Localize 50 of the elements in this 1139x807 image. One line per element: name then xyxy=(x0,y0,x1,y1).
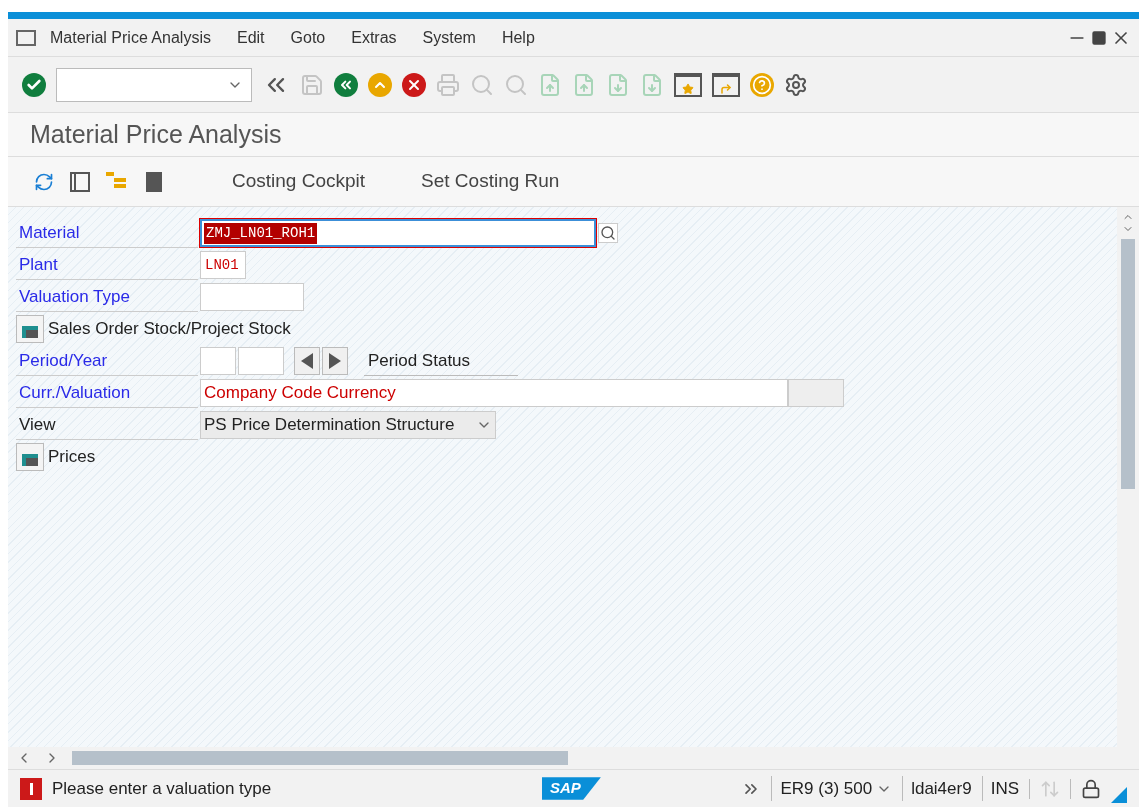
toolbar-button[interactable]: Set Costing Run xyxy=(413,167,568,196)
error-icon xyxy=(20,777,42,800)
new-window-icon[interactable] xyxy=(674,72,702,97)
input-field[interactable] xyxy=(788,379,844,407)
settings-icon[interactable] xyxy=(784,72,808,97)
status-message: Please enter a valuation type xyxy=(52,777,273,800)
menu-item[interactable]: Edit xyxy=(236,25,265,50)
screen-title: Material Price Analysis xyxy=(30,118,282,150)
field-label: Material xyxy=(16,218,198,248)
input-mode: INS xyxy=(981,775,1019,802)
system-info[interactable]: ER9 (3) 500 xyxy=(771,775,893,802)
menu-item[interactable]: System xyxy=(422,25,476,50)
field-label: Curr./Valuation xyxy=(16,378,198,408)
input-field[interactable] xyxy=(200,283,304,311)
shortcut-icon[interactable] xyxy=(712,72,740,97)
menu-item[interactable]: Goto xyxy=(290,25,326,50)
field-label: View xyxy=(16,410,198,440)
field-label: Valuation Type xyxy=(16,282,198,312)
period-status-label: Period Status xyxy=(364,346,518,376)
menu-item[interactable]: Material Price Analysis xyxy=(50,25,211,50)
server-name: ldai4er9 xyxy=(902,775,972,802)
expand-section-icon[interactable] xyxy=(16,443,44,471)
sap-logo: SAP xyxy=(542,777,601,800)
next-period-button[interactable] xyxy=(322,347,348,375)
maximize-icon[interactable] xyxy=(1091,29,1107,46)
menu-item[interactable]: Extras xyxy=(351,25,397,50)
door-icon[interactable] xyxy=(146,171,162,192)
period-field[interactable] xyxy=(200,347,236,375)
cancel-icon[interactable] xyxy=(402,72,426,97)
command-field[interactable] xyxy=(56,67,252,102)
year-field[interactable] xyxy=(238,347,284,375)
input-field[interactable]: LN01 xyxy=(200,251,246,279)
section-label: Prices xyxy=(48,446,96,469)
toolbar-button[interactable]: Costing Cockpit xyxy=(224,167,374,196)
confirm-icon[interactable] xyxy=(22,72,46,97)
menu-icon[interactable] xyxy=(16,29,36,46)
lock-icon[interactable] xyxy=(1081,778,1101,799)
field-label: Period/Year xyxy=(16,346,198,376)
section-label: Sales Order Stock/Project Stock xyxy=(48,318,291,341)
expand-section-icon[interactable] xyxy=(16,315,44,343)
previous-period-button[interactable] xyxy=(294,347,320,375)
refresh-icon[interactable] xyxy=(34,171,54,192)
search-help-icon[interactable] xyxy=(598,223,618,243)
field-label: Plant xyxy=(16,250,198,280)
menu-item[interactable]: Help xyxy=(501,25,535,50)
view-dropdown[interactable]: PS Price Determination Structure xyxy=(200,411,496,439)
input-field[interactable]: Company Code Currency xyxy=(200,379,788,407)
input-field[interactable]: ZMJ_LN01_ROH1 xyxy=(200,219,596,247)
back-icon[interactable] xyxy=(334,72,358,97)
layout-icon[interactable] xyxy=(70,171,90,192)
